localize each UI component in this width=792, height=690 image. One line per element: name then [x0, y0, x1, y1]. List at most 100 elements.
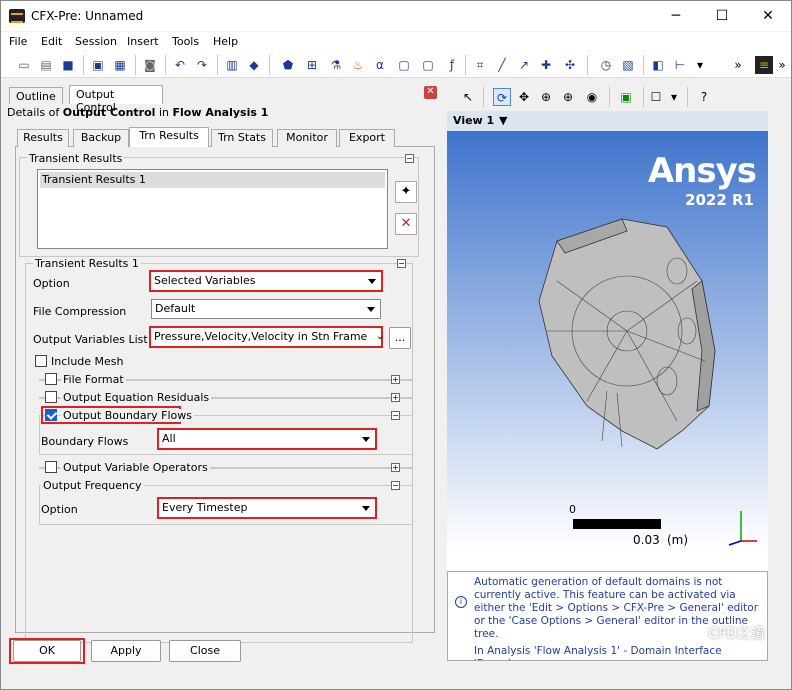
- close-window-button[interactable]: ✕: [745, 1, 791, 31]
- menu-file[interactable]: File: [9, 35, 27, 48]
- output-vars-label: Output Variables List: [33, 333, 148, 346]
- tab-results[interactable]: Results: [17, 129, 69, 147]
- menu-bar: File Edit Session Insert Tools Help: [1, 32, 791, 52]
- expand-eq-residuals-icon[interactable]: +: [391, 393, 400, 402]
- new-file-icon[interactable]: ▭: [15, 56, 33, 74]
- zoom-icon[interactable]: ⊕: [537, 88, 555, 106]
- file-format-checkbox[interactable]: [45, 373, 57, 385]
- axis-triad: [728, 511, 757, 546]
- tab-trn-stats[interactable]: Trn Stats: [211, 129, 273, 147]
- frequency-combo[interactable]: Every Timestep: [157, 497, 377, 519]
- expand-var-operators-icon[interactable]: +: [391, 463, 400, 472]
- tree-icon[interactable]: ⊢: [671, 56, 689, 74]
- list-item[interactable]: Transient Results 1: [40, 172, 385, 188]
- boundary-flows-checkbox[interactable]: [45, 409, 57, 421]
- view-title: View 1: [453, 114, 495, 127]
- maximize-button[interactable]: ☐: [699, 1, 745, 31]
- tab-monitor[interactable]: Monitor: [277, 129, 337, 147]
- toolbar-dropdown-icon[interactable]: ▾: [691, 56, 709, 74]
- option-combo[interactable]: Selected Variables: [149, 270, 383, 292]
- mesh-import-icon[interactable]: ▥: [223, 56, 241, 74]
- close-button[interactable]: Close: [169, 640, 241, 662]
- close-panel-icon[interactable]: ✕: [424, 86, 437, 99]
- arrow-icon[interactable]: ↗: [515, 56, 533, 74]
- line-icon[interactable]: ╱: [493, 56, 511, 74]
- layout-icon[interactable]: ☐: [647, 88, 665, 106]
- chevron-down-icon: [368, 279, 376, 284]
- collapse-boundary-flows-icon[interactable]: −: [391, 411, 400, 420]
- main-window: CFX-Pre: Unnamed ─ ☐ ✕ File Edit Session…: [0, 0, 792, 690]
- tab-trn-results[interactable]: Trn Results: [129, 127, 209, 148]
- undo-icon[interactable]: ↶: [171, 56, 189, 74]
- geometry-model: [538, 218, 757, 546]
- delete-icon[interactable]: ✕: [395, 213, 417, 235]
- output-vars-combo[interactable]: Pressure,Velocity,Velocity in Stn Frame ⌄: [149, 326, 384, 348]
- boundary-flows-combo[interactable]: All: [157, 428, 377, 450]
- run-icon[interactable]: ▧: [619, 56, 637, 74]
- alpha-icon[interactable]: α: [371, 56, 389, 74]
- tab-backup[interactable]: Backup: [73, 129, 129, 147]
- redo-icon[interactable]: ↷: [193, 56, 211, 74]
- include-mesh-checkbox[interactable]: [35, 355, 47, 367]
- collapse-frequency-icon[interactable]: −: [391, 481, 400, 490]
- function-icon[interactable]: ƒ: [443, 56, 461, 74]
- file-compression-combo[interactable]: Default: [151, 299, 381, 319]
- flame-icon[interactable]: ♨: [349, 56, 367, 74]
- camera-icon[interactable]: ◙: [141, 56, 159, 74]
- box-icon[interactable]: ◧: [649, 56, 667, 74]
- scale-unit: (m): [667, 533, 689, 547]
- tab-export[interactable]: Export: [339, 129, 395, 147]
- export-icon[interactable]: ▦: [111, 56, 129, 74]
- message-panel[interactable]: i Automatic generation of default domain…: [447, 571, 768, 661]
- flask-icon[interactable]: ⚗: [327, 56, 345, 74]
- zoom-box-icon[interactable]: ⊕: [559, 88, 577, 106]
- points-icon[interactable]: ✣: [561, 56, 579, 74]
- clock-icon[interactable]: ◷: [597, 56, 615, 74]
- 3d-viewport[interactable]: Ansys 2022 R1 0 0.03 (m): [447, 131, 768, 571]
- view-dropdown-icon[interactable]: ▼: [499, 114, 507, 127]
- var-operators-checkbox[interactable]: [45, 461, 57, 473]
- menu-insert[interactable]: Insert: [127, 35, 159, 48]
- domain-icon[interactable]: ⬟: [279, 56, 297, 74]
- cube-icon[interactable]: ◆: [245, 56, 263, 74]
- help-pointer-icon[interactable]: ?: [695, 88, 713, 106]
- apply-button[interactable]: Apply: [91, 640, 161, 662]
- crosshair-icon[interactable]: ✚: [537, 56, 555, 74]
- save-icon[interactable]: ■: [59, 56, 77, 74]
- tab-output-control[interactable]: Output Control: [69, 85, 163, 114]
- open-folder-icon[interactable]: ▤: [37, 56, 55, 74]
- toolbar-overflow-right-icon[interactable]: »: [773, 56, 791, 74]
- message-scrollbar[interactable]: [769, 571, 787, 661]
- collapse-transient-icon[interactable]: −: [405, 154, 414, 163]
- collapse-sub-icon[interactable]: −: [397, 259, 406, 268]
- menu-help[interactable]: Help: [213, 35, 238, 48]
- boundary-icon[interactable]: ⊞: [303, 56, 321, 74]
- menu-edit[interactable]: Edit: [41, 35, 62, 48]
- viewer-toolbar: ↖ ⟳ ✥ ⊕ ⊕ ◉ ▣ ☐ ▾ ?: [447, 83, 789, 111]
- menu-tools[interactable]: Tools: [172, 35, 199, 48]
- layout-dropdown-icon[interactable]: ▾: [665, 88, 683, 106]
- ok-button[interactable]: OK: [13, 640, 81, 662]
- mesh-grid-icon[interactable]: ⌗: [471, 56, 489, 74]
- user-function-icon[interactable]: ▢: [395, 56, 413, 74]
- subroutine-icon[interactable]: ▢: [419, 56, 437, 74]
- menu-session[interactable]: Session: [75, 35, 117, 48]
- toolbar-overflow-icon[interactable]: »: [729, 56, 747, 74]
- select-icon[interactable]: ↖: [459, 88, 477, 106]
- tab-outline[interactable]: Outline: [9, 87, 63, 104]
- transient-results-1-title: Transient Results 1: [33, 257, 141, 270]
- import-icon[interactable]: ▣: [89, 56, 107, 74]
- expand-file-format-icon[interactable]: +: [391, 375, 400, 384]
- fit-view-icon[interactable]: ▣: [617, 88, 635, 106]
- zoom-fit-icon[interactable]: ◉: [583, 88, 601, 106]
- vars-ellipsis-button[interactable]: ...: [389, 327, 411, 349]
- watermark: CFD之道: [708, 626, 765, 642]
- rotate-icon[interactable]: ⟳: [493, 88, 511, 106]
- pan-icon[interactable]: ✥: [515, 88, 533, 106]
- eq-residuals-checkbox[interactable]: [45, 391, 57, 403]
- view-selector[interactable]: View 1 ▼: [447, 111, 768, 131]
- minimize-button[interactable]: ─: [653, 1, 699, 31]
- cfx-app-icon: [9, 9, 25, 23]
- transient-results-list[interactable]: Transient Results 1: [37, 169, 388, 249]
- add-new-icon[interactable]: ✦: [395, 181, 417, 203]
